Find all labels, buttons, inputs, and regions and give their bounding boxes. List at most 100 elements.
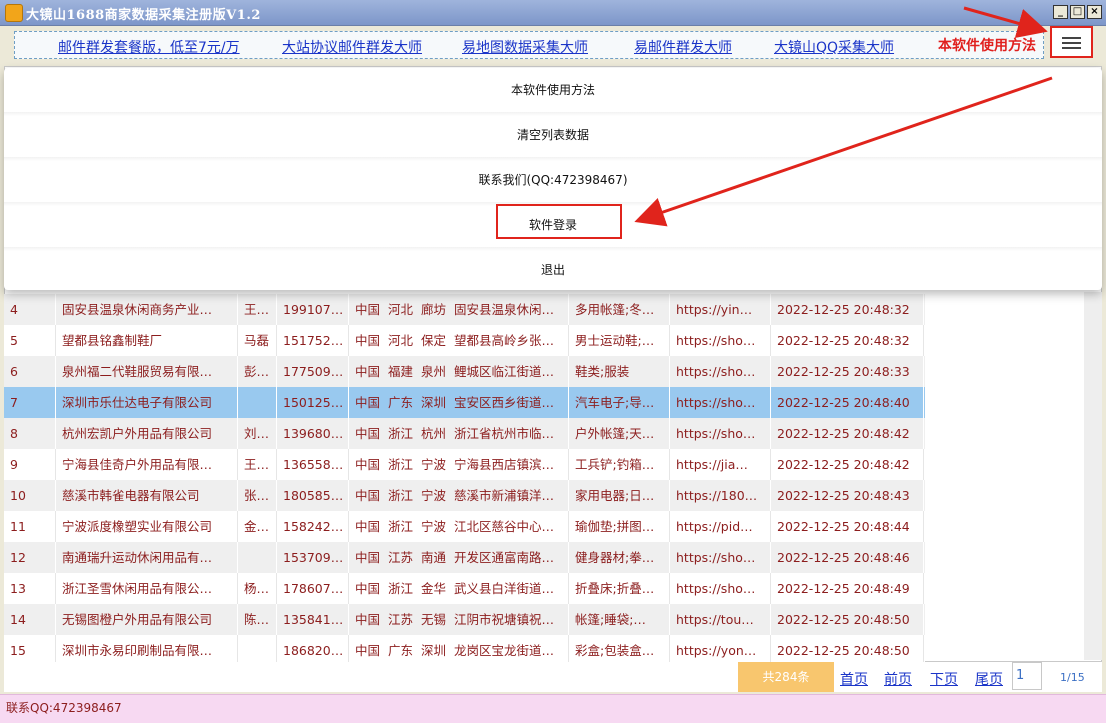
window-titlebar[interactable]: 大镜山1688商家数据采集注册版V1.2 _ □ × bbox=[0, 0, 1106, 26]
next-page-link[interactable]: 下页 bbox=[930, 669, 958, 689]
link-protocol-email[interactable]: 大站协议邮件群发大师 bbox=[282, 37, 422, 57]
menu-item-exit[interactable]: 退出 bbox=[4, 250, 1102, 290]
country-text: 中国 bbox=[355, 612, 381, 627]
row-index: 14 bbox=[4, 604, 56, 635]
table-row[interactable]: 10 慈溪市韩雀电器有限公司 张… 180585… 中国 浙江 宁波 慈溪市新浦镇洋… 家用电器… bbox=[4, 480, 925, 511]
row-index: 4 bbox=[4, 294, 56, 325]
province-text: 江苏 bbox=[388, 612, 414, 627]
contact-name-cell: 陈… bbox=[238, 604, 277, 635]
menu-item-contact[interactable]: 联系我们(QQ:472398467) bbox=[4, 160, 1102, 200]
address-cell: 中国 浙江 金华 武义县白洋街道… bbox=[349, 573, 569, 604]
contact-name-cell: 张… bbox=[238, 480, 277, 511]
address-cell: 中国 浙江 宁波 慈溪市新浦镇洋… bbox=[349, 480, 569, 511]
city-text: 廊坊 bbox=[421, 302, 447, 317]
shop-url-cell: https://sho… bbox=[670, 356, 771, 387]
address-cell: 中国 浙江 宁波 江北区慈谷中心… bbox=[349, 511, 569, 542]
table-row[interactable]: 8 杭州宏凯户外用品有限公司 刘… 139680… 中国 浙江 杭州 浙江省杭州市临… 户外帐篷… bbox=[4, 418, 925, 449]
status-contact-qq: 联系QQ:472398467 bbox=[6, 701, 122, 715]
city-text: 南通 bbox=[421, 550, 447, 565]
shop-url-cell: https://sho… bbox=[670, 573, 771, 604]
phone-cell: 158242… bbox=[277, 511, 349, 542]
street-address-text: 望都县高岭乡张… bbox=[454, 333, 555, 348]
how-to-use-link[interactable]: 本软件使用方法 bbox=[938, 35, 1036, 55]
products-cell: 男士运动鞋;… bbox=[569, 325, 670, 356]
link-qq-collector[interactable]: 大镜山QQ采集大师 bbox=[774, 37, 894, 57]
minimize-button[interactable]: _ bbox=[1053, 5, 1068, 19]
city-text: 宁波 bbox=[421, 488, 447, 503]
contact-name-cell bbox=[238, 387, 277, 418]
close-button[interactable]: × bbox=[1087, 5, 1102, 19]
products-cell: 户外帐篷;天… bbox=[569, 418, 670, 449]
contact-name-cell bbox=[238, 542, 277, 573]
province-text: 广东 bbox=[388, 643, 414, 658]
products-cell: 多用帐篷;冬… bbox=[569, 294, 670, 325]
country-text: 中国 bbox=[355, 519, 381, 534]
shop-url-cell: https://yin… bbox=[670, 294, 771, 325]
collected-time-cell: 2022-12-25 20:48:40 bbox=[771, 387, 924, 418]
phone-cell: 150125… bbox=[277, 387, 349, 418]
row-index: 8 bbox=[4, 418, 56, 449]
street-address-text: 宁海县西店镇滨… bbox=[454, 457, 555, 472]
last-page-link[interactable]: 尾页 bbox=[975, 669, 1003, 689]
street-address-text: 江北区慈谷中心… bbox=[454, 519, 555, 534]
table-row[interactable]: 12 南通瑞升运动休闲用品有… 153709… 中国 江苏 南通 开发区通富南路… 健身器材;… bbox=[4, 542, 925, 573]
menu-item-clear-list[interactable]: 清空列表数据 bbox=[4, 115, 1102, 155]
phone-cell: 135841… bbox=[277, 604, 349, 635]
shop-url-cell: https://sho… bbox=[670, 325, 771, 356]
company-name-cell: 泉州福二代鞋服贸易有限… bbox=[56, 356, 238, 387]
shop-url-cell: https://sho… bbox=[670, 418, 771, 449]
table-row[interactable]: 11 宁波派度橡塑实业有限公司 金… 158242… 中国 浙江 宁波 江北区慈谷中心… 瑜伽垫… bbox=[4, 511, 925, 542]
window-controls: _ □ × bbox=[1053, 5, 1102, 19]
table-row[interactable]: 13 浙江圣雪休闲用品有限公… 杨… 178607… 中国 浙江 金华 武义县白洋街道… 折叠床… bbox=[4, 573, 925, 604]
collected-time-cell: 2022-12-25 20:48:50 bbox=[771, 604, 924, 635]
table-row[interactable]: 5 望都县铭鑫制鞋厂 马磊 151752… 中国 河北 保定 望都县高岭乡张… 男士运动鞋;… h… bbox=[4, 325, 925, 356]
table-row[interactable]: 6 泉州福二代鞋服贸易有限… 彭… 177509… 中国 福建 泉州 鲤城区临江街道… 鞋类;服… bbox=[4, 356, 925, 387]
menu-item-howto[interactable]: 本软件使用方法 bbox=[4, 70, 1102, 110]
table-row[interactable]: 7 深圳市乐仕达电子有限公司 150125… 中国 广东 深圳 宝安区西乡街道… 汽车电子;导… bbox=[4, 387, 925, 418]
street-address-text: 浙江省杭州市临… bbox=[454, 426, 555, 441]
collected-time-cell: 2022-12-25 20:48:49 bbox=[771, 573, 924, 604]
country-text: 中国 bbox=[355, 488, 381, 503]
contact-name-cell: 金… bbox=[238, 511, 277, 542]
products-cell: 帐篷;睡袋;… bbox=[569, 604, 670, 635]
products-cell: 瑜伽垫;拼图… bbox=[569, 511, 670, 542]
hamburger-menu-icon[interactable] bbox=[1050, 26, 1093, 58]
first-page-link[interactable]: 首页 bbox=[840, 669, 868, 689]
city-text: 深圳 bbox=[421, 643, 447, 658]
address-cell: 中国 江苏 南通 开发区通富南路… bbox=[349, 542, 569, 573]
address-cell: 中国 浙江 杭州 浙江省杭州市临… bbox=[349, 418, 569, 449]
address-cell: 中国 江苏 无锡 江阴市祝塘镇祝… bbox=[349, 604, 569, 635]
street-address-text: 开发区通富南路… bbox=[454, 550, 555, 565]
shop-url-cell: https://jia… bbox=[670, 449, 771, 480]
collected-time-cell: 2022-12-25 20:48:44 bbox=[771, 511, 924, 542]
shop-url-cell: https://tou… bbox=[670, 604, 771, 635]
app-logo-icon bbox=[5, 4, 23, 22]
row-index: 9 bbox=[4, 449, 56, 480]
vertical-scrollbar[interactable] bbox=[1084, 292, 1102, 660]
prev-page-link[interactable]: 前页 bbox=[884, 669, 912, 689]
city-text: 宁波 bbox=[421, 457, 447, 472]
link-map-collector[interactable]: 易地图数据采集大师 bbox=[462, 37, 588, 57]
shop-url-cell: https://pid… bbox=[670, 511, 771, 542]
row-index: 10 bbox=[4, 480, 56, 511]
city-text: 泉州 bbox=[421, 364, 447, 379]
company-name-cell: 深圳市乐仕达电子有限公司 bbox=[56, 387, 238, 418]
link-email-package[interactable]: 邮件群发套餐版，低至7元/万 bbox=[58, 37, 240, 57]
address-cell: 中国 河北 廊坊 固安县温泉休闲… bbox=[349, 294, 569, 325]
address-cell: 中国 河北 保定 望都县高岭乡张… bbox=[349, 325, 569, 356]
city-text: 深圳 bbox=[421, 395, 447, 410]
page-number-input[interactable]: 1 bbox=[1012, 662, 1042, 690]
contact-name-cell: 马磊 bbox=[238, 325, 277, 356]
contact-name-cell: 彭… bbox=[238, 356, 277, 387]
city-text: 保定 bbox=[421, 333, 447, 348]
province-text: 江苏 bbox=[388, 550, 414, 565]
maximize-button[interactable]: □ bbox=[1070, 5, 1085, 19]
province-text: 河北 bbox=[388, 302, 414, 317]
table-row[interactable]: 9 宁海县佳奇户外用品有限… 王… 136558… 中国 浙江 宁波 宁海县西店镇滨… 工兵铲;… bbox=[4, 449, 925, 480]
products-cell: 家用电器;日… bbox=[569, 480, 670, 511]
status-bar: 联系QQ:472398467 bbox=[0, 694, 1106, 723]
table-row[interactable]: 4 固安县温泉休闲商务产业… 王… 199107… 中国 河北 廊坊 固安县温泉休闲… 多用帐篷… bbox=[4, 294, 925, 325]
table-row[interactable]: 14 无锡图橙户外用品有限公司 陈… 135841… 中国 江苏 无锡 江阴市祝塘镇祝… 帐篷;… bbox=[4, 604, 925, 635]
link-easy-email[interactable]: 易邮件群发大师 bbox=[634, 37, 732, 57]
shop-url-cell: https://180… bbox=[670, 480, 771, 511]
